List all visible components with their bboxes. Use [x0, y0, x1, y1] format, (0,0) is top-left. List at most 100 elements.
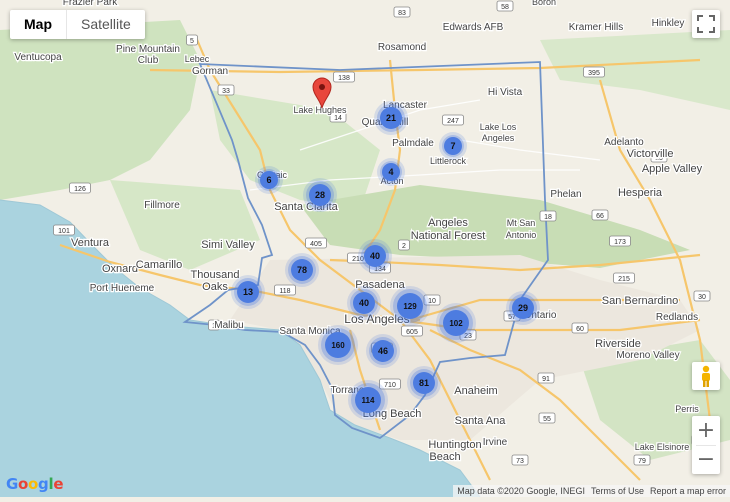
place-label: Kramer Hills: [569, 22, 623, 33]
map-canvas[interactable]: 5143955813815126101210405101107106056021…: [0, 0, 730, 498]
place-label: Victorville: [627, 148, 674, 160]
place-label: Apple Valley: [642, 163, 703, 175]
highway-number: 33: [222, 88, 230, 95]
cluster-marker[interactable]: 21: [374, 101, 408, 135]
highway-shield-icon: 66: [591, 209, 609, 221]
place-label: Mt San: [507, 218, 536, 228]
highway-number: 126: [74, 186, 86, 193]
place-label: Santa Ana: [455, 415, 507, 427]
place-label: Lake Los: [480, 122, 517, 132]
cluster-count: 46: [378, 346, 388, 356]
place-label: Ventura: [71, 237, 110, 249]
zoom-control: + −: [692, 416, 720, 474]
highway-shield-icon: 55: [538, 412, 556, 424]
highway-number: 215: [618, 276, 630, 283]
cluster-marker[interactable]: 4: [377, 158, 405, 186]
highway-shield-icon: 126: [69, 182, 91, 194]
highway-shield-icon: 215: [613, 272, 635, 284]
cluster-count: 81: [419, 378, 429, 388]
map-attribution: Map data ©2020 Google, INEGI Terms of Us…: [453, 485, 730, 497]
street-view-button[interactable]: [692, 362, 720, 390]
report-error-link[interactable]: Report a map error: [650, 486, 726, 496]
place-label: Phelan: [550, 189, 581, 200]
highway-number: 58: [501, 4, 509, 11]
fullscreen-button[interactable]: [692, 10, 720, 38]
highway-shield-icon: 395: [583, 66, 605, 78]
place-label: Hi Vista: [488, 87, 523, 98]
place-label: Gorman: [192, 66, 228, 77]
highway-number: 247: [447, 118, 459, 125]
place-label: Palmdale: [392, 138, 434, 149]
place-label: Hesperia: [618, 187, 663, 199]
highway-number: 14: [334, 115, 342, 122]
zoom-in-button[interactable]: +: [692, 417, 720, 445]
cluster-count: 40: [359, 298, 369, 308]
cluster-marker[interactable]: 40: [358, 239, 392, 273]
place-label: Pine Mountain: [116, 44, 180, 55]
place-label: Lebec: [185, 54, 210, 64]
highway-shield-icon: 173: [609, 235, 631, 247]
highway-number: 2: [402, 243, 406, 250]
cluster-marker[interactable]: 78: [285, 253, 319, 287]
place-label: Hinkley: [652, 18, 685, 29]
highway-shield-icon: 58: [496, 0, 514, 12]
place-label: Port Hueneme: [90, 283, 155, 294]
pegman-icon: [702, 365, 710, 387]
cluster-marker[interactable]: 102: [436, 303, 476, 343]
place-label: National Forest: [411, 230, 486, 242]
highway-number: 395: [588, 70, 600, 77]
place-label: Angeles: [428, 217, 468, 229]
place-label: Frazier Park: [63, 0, 118, 8]
cluster-marker[interactable]: 129: [390, 286, 430, 326]
highway-shield-icon: 405: [305, 237, 327, 249]
place-label: Boron: [532, 0, 556, 7]
highway-number: 83: [398, 10, 406, 17]
highway-shield-icon: 605: [401, 325, 423, 337]
highway-shield-icon: 101: [53, 224, 75, 236]
highway-number: 60: [576, 326, 584, 333]
cluster-marker[interactable]: 40: [347, 286, 381, 320]
highway-shield-icon: 18: [539, 210, 557, 222]
highway-shield-icon: 33: [217, 84, 235, 96]
highway-shield-icon: 79: [633, 454, 651, 466]
terms-link[interactable]: Terms of Use: [591, 486, 644, 496]
place-label: Riverside: [595, 338, 641, 350]
highway-number: 101: [58, 228, 70, 235]
highway-shield-icon: 2: [398, 239, 410, 251]
place-label: Moreno Valley: [616, 350, 679, 361]
zoom-out-button[interactable]: −: [692, 446, 720, 474]
highway-number: 18: [544, 214, 552, 221]
cluster-count: 21: [386, 113, 396, 123]
highway-number: 55: [543, 416, 551, 423]
place-label: Oaks: [202, 281, 228, 293]
highway-number: 91: [542, 376, 550, 383]
place-label: Rosamond: [378, 42, 426, 53]
place-label: Antonio: [506, 230, 537, 240]
cluster-marker[interactable]: 7: [439, 132, 467, 160]
cluster-marker[interactable]: 160: [318, 325, 358, 365]
place-label: Simi Valley: [201, 239, 255, 251]
place-label: Anaheim: [454, 385, 497, 397]
highway-number: 173: [614, 239, 626, 246]
place-label: Ventucopa: [14, 52, 62, 63]
cluster-marker[interactable]: 81: [407, 366, 441, 400]
cluster-marker[interactable]: 13: [231, 275, 265, 309]
cluster-marker[interactable]: 46: [366, 334, 400, 368]
cluster-count: 4: [388, 167, 393, 177]
cluster-count: 13: [243, 287, 253, 297]
cluster-count: 129: [403, 302, 417, 311]
place-label: Perris: [675, 404, 699, 414]
place-label: Lake Hughes: [293, 105, 347, 115]
map-button[interactable]: Map: [10, 10, 67, 39]
cluster-marker[interactable]: 28: [303, 178, 337, 212]
satellite-button[interactable]: Satellite: [67, 10, 145, 39]
cluster-marker[interactable]: 6: [255, 166, 283, 194]
cluster-marker[interactable]: 29: [506, 291, 540, 325]
highway-shield-icon: 5: [186, 34, 198, 46]
highway-number: 118: [279, 288, 290, 295]
highway-shield-icon: 138: [333, 71, 355, 83]
place-label: Redlands: [656, 312, 698, 323]
cluster-marker[interactable]: 114: [348, 380, 388, 420]
highway-number: 66: [596, 213, 604, 220]
highway-shield-icon: 60: [571, 322, 589, 334]
